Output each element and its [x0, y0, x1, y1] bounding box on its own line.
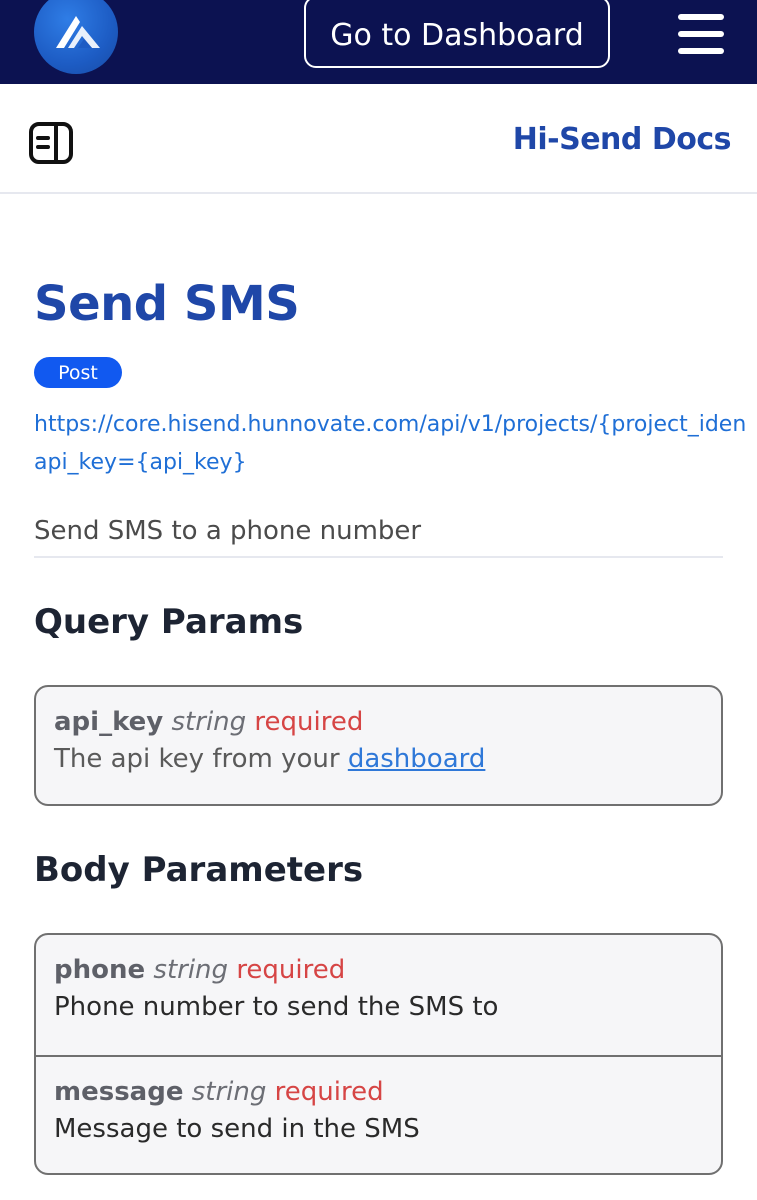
body-param-row: phone string required Phone number to se… — [36, 935, 721, 1055]
endpoint-description: Send SMS to a phone number — [34, 516, 723, 558]
body-params-heading: Body Parameters — [34, 850, 364, 890]
endpoint-url-line-1: https://core.hisend.hunnovate.com/api/v1… — [34, 412, 747, 437]
param-required: required — [254, 707, 364, 737]
docs-title-link[interactable]: Hi-Send Docs — [513, 122, 732, 157]
param-required: required — [274, 1077, 384, 1107]
sidebar-toggle-icon[interactable] — [29, 122, 73, 164]
query-params-heading: Query Params — [34, 602, 304, 642]
body-params-box: phone string required Phone number to se… — [34, 933, 723, 1175]
param-name: api_key — [54, 707, 164, 737]
http-method-badge: Post — [34, 357, 122, 388]
brand-logo-icon[interactable] — [34, 0, 118, 74]
param-type: string — [153, 955, 229, 985]
param-name: phone — [54, 955, 146, 985]
param-type: string — [171, 707, 247, 737]
param-name: message — [54, 1077, 184, 1107]
body-param-row: message string required Message to send … — [36, 1055, 721, 1149]
endpoint-url-line-2: api_key={api_key} — [34, 450, 247, 475]
param-required: required — [236, 955, 346, 985]
go-to-dashboard-button[interactable]: Go to Dashboard — [304, 0, 610, 68]
query-params-box: api_key string required The api key from… — [34, 685, 723, 806]
param-description: The api key from your — [54, 744, 348, 774]
param-type: string — [191, 1077, 267, 1107]
hamburger-menu-icon[interactable] — [678, 14, 724, 54]
param-description: Phone number to send the SMS to — [54, 992, 499, 1022]
query-param-row: api_key string required The api key from… — [36, 687, 721, 779]
endpoint-url: https://core.hisend.hunnovate.com/api/v1… — [34, 406, 757, 482]
param-description: Message to send in the SMS — [54, 1114, 420, 1144]
top-navbar: Go to Dashboard — [0, 0, 757, 84]
dashboard-link[interactable]: dashboard — [348, 744, 486, 774]
page-title: Send SMS — [34, 276, 300, 332]
